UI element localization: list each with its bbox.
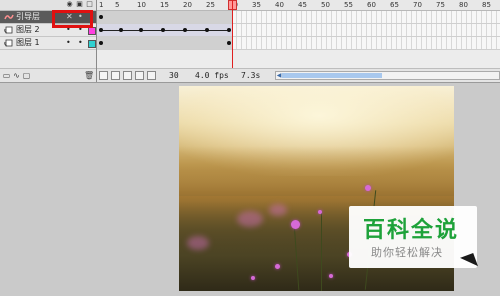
keyframe[interactable] — [227, 41, 231, 45]
layer-toolbar: ▭ ∿ ▢ 🗑 — [0, 68, 96, 82]
flower — [251, 276, 255, 280]
motion-tween-span[interactable] — [97, 24, 233, 36]
frame-area: 1 5 10 15 20 25 30 35 40 45 50 55 60 65 … — [97, 0, 500, 82]
ruler-tick: 70 — [413, 1, 422, 9]
keyframe[interactable] — [183, 28, 187, 32]
frame-rate: 4.0 fps — [195, 71, 229, 80]
edit-multiple-frames-button[interactable] — [135, 71, 144, 80]
delete-layer-icon[interactable]: 🗑 — [84, 71, 94, 80]
current-frame: 30 — [169, 71, 179, 80]
onion-outline-button[interactable] — [123, 71, 132, 80]
timeline-panel: ◉ ▣ □ 引导层 ✕ • 图层 2 • • 图层 1 • • ▭ ∿ ▢ 🗑 … — [0, 0, 500, 83]
visibility-dot[interactable]: • — [66, 37, 71, 49]
lock-icon[interactable]: ▣ — [76, 1, 83, 8]
blurred-flower — [187, 236, 209, 250]
baike-watermark: 百科全说 助你轻松解决 — [349, 206, 477, 268]
layer-name: 图层 1 — [16, 38, 40, 47]
frame-row-2[interactable] — [97, 24, 500, 37]
ruler-tick: 10 — [137, 1, 146, 9]
ruler-tick: 55 — [344, 1, 353, 9]
layer-name: 引导层 — [16, 12, 40, 21]
layer-icon — [4, 39, 13, 47]
keyframe[interactable] — [139, 28, 143, 32]
ruler-tick: 5 — [115, 1, 120, 9]
annotation-highlight-box — [52, 10, 93, 28]
flower-stem — [321, 211, 322, 291]
center-frame-button[interactable] — [99, 71, 108, 80]
ruler-tick: 60 — [367, 1, 376, 9]
layer-color-swatch[interactable] — [88, 27, 96, 35]
keyframe[interactable] — [227, 28, 231, 32]
blurred-flower — [237, 211, 263, 227]
flower — [275, 264, 280, 269]
ruler-tick: 80 — [459, 1, 468, 9]
onion-skin-button[interactable] — [111, 71, 120, 80]
flower — [365, 185, 371, 191]
outline-icon[interactable]: □ — [86, 1, 93, 8]
timeline-scrollbar[interactable]: ◀ — [275, 71, 500, 80]
add-guide-layer-icon[interactable]: ∿ — [12, 71, 21, 80]
blurred-flower — [269, 204, 287, 216]
ruler-tick: 50 — [321, 1, 330, 9]
frame-row-1[interactable] — [97, 37, 500, 50]
layer-panel: ◉ ▣ □ 引导层 ✕ • 图层 2 • • 图层 1 • • ▭ ∿ ▢ 🗑 — [0, 0, 97, 82]
elapsed-time: 7.3s — [241, 71, 261, 80]
ruler-tick: 75 — [436, 1, 445, 9]
watermark-title: 百科全说 — [363, 218, 460, 243]
ruler-tick: 35 — [252, 1, 261, 9]
timeline-status-bar: 30 4.0 fps 7.3s ◀ — [97, 68, 500, 82]
frame-span[interactable] — [97, 37, 233, 49]
keyframe[interactable] — [205, 28, 209, 32]
watermark-subtitle: 助你轻松解决 — [371, 246, 443, 259]
lock-dot[interactable]: • — [78, 37, 83, 49]
frame-row-guide[interactable] — [97, 11, 500, 24]
ruler-tick: 45 — [298, 1, 307, 9]
keyframe[interactable] — [119, 28, 123, 32]
frame-span[interactable] — [97, 11, 233, 23]
flower — [318, 210, 322, 214]
insert-layer-icon[interactable]: ▭ — [2, 71, 11, 80]
ruler-tick: 25 — [206, 1, 215, 9]
layer-row-1[interactable]: 图层 1 • • — [0, 37, 96, 50]
frame-ruler[interactable]: 1 5 10 15 20 25 30 35 40 45 50 55 60 65 … — [97, 0, 500, 11]
modify-onion-markers-button[interactable] — [147, 71, 156, 80]
layer-name: 图层 2 — [16, 25, 40, 34]
keyframe[interactable] — [161, 28, 165, 32]
ruler-tick: 40 — [275, 1, 284, 9]
flower — [291, 220, 300, 229]
eye-icon[interactable]: ◉ — [66, 1, 73, 8]
insert-folder-icon[interactable]: ▢ — [22, 71, 31, 80]
scrollbar-thumb[interactable] — [282, 73, 382, 78]
keyframe[interactable] — [99, 41, 103, 45]
flower — [329, 274, 333, 278]
layer-icon — [4, 26, 13, 34]
guide-layer-icon — [4, 14, 14, 20]
background-haze — [179, 146, 454, 196]
layer-color-swatch[interactable] — [88, 40, 96, 48]
keyframe[interactable] — [99, 28, 103, 32]
ruler-tick: 1 — [99, 1, 104, 9]
ruler-tick: 15 — [160, 1, 169, 9]
keyframe[interactable] — [99, 15, 103, 19]
ruler-tick: 65 — [390, 1, 399, 9]
ruler-tick: 85 — [482, 1, 491, 9]
ruler-tick: 20 — [183, 1, 192, 9]
